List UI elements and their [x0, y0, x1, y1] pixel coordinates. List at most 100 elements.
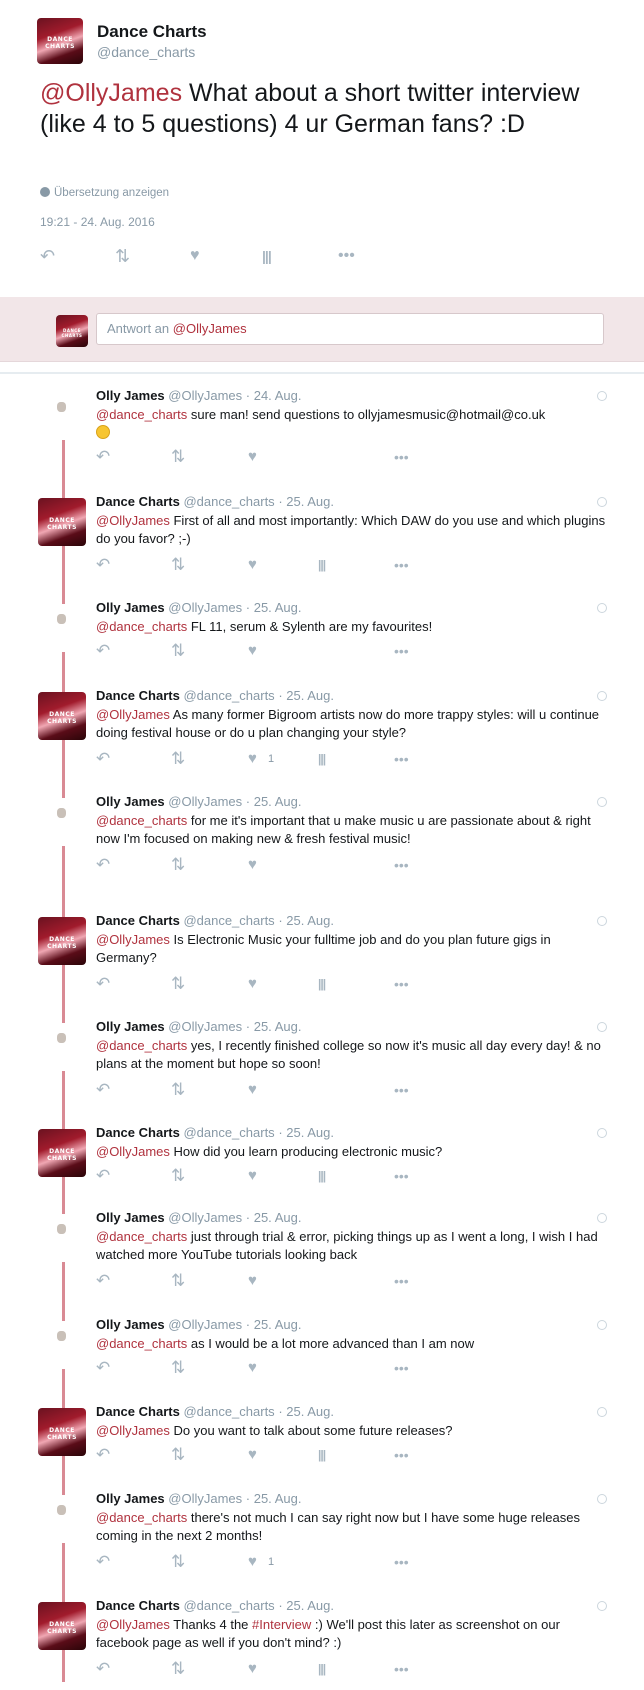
dance-charts-avatar[interactable]: DANCE CHARTS	[38, 917, 86, 965]
more-icon[interactable]: •••	[394, 975, 409, 993]
olly-james-avatar[interactable]	[40, 798, 84, 846]
retweet-icon[interactable]: ⇅	[171, 856, 185, 874]
mention-link[interactable]: @dance_charts	[96, 1336, 187, 1351]
chevron-down-icon[interactable]	[597, 1128, 607, 1138]
dance-charts-avatar[interactable]: DANCE CHARTS	[38, 692, 86, 740]
reply-icon[interactable]: ↶	[96, 642, 110, 660]
hashtag-link[interactable]: #Interview	[252, 1617, 311, 1632]
chevron-down-icon[interactable]	[597, 1022, 607, 1032]
heart-icon[interactable]: ♥	[190, 247, 200, 265]
tweet-date[interactable]: · 25. Aug.	[278, 1598, 334, 1613]
more-icon[interactable]: •••	[394, 856, 409, 874]
author-name[interactable]: Dance Charts	[96, 913, 180, 928]
chevron-down-icon[interactable]	[597, 1213, 607, 1223]
chevron-down-icon[interactable]	[597, 1320, 607, 1330]
mention-link[interactable]: @OllyJames	[96, 1144, 170, 1159]
mention-link[interactable]: @OllyJames	[96, 1617, 170, 1632]
translate-link[interactable]: Übersetzung anzeigen	[40, 187, 169, 199]
author-handle[interactable]: @dance_charts	[183, 1598, 274, 1613]
dance-charts-avatar[interactable]: DANCE CHARTS	[38, 1129, 86, 1177]
more-icon[interactable]: •••	[394, 448, 409, 466]
olly-james-avatar[interactable]	[40, 1023, 84, 1071]
author-name[interactable]: Olly James	[96, 1019, 165, 1034]
more-icon[interactable]: •••	[394, 642, 409, 660]
olly-james-avatar[interactable]	[40, 604, 84, 652]
more-icon[interactable]: •••	[394, 1553, 409, 1571]
author-handle[interactable]: @dance_charts	[183, 1404, 274, 1419]
dance-charts-avatar[interactable]: DANCE CHARTS	[38, 1602, 86, 1650]
author-name[interactable]: Olly James	[96, 794, 165, 809]
tweet-date[interactable]: · 25. Aug.	[246, 1491, 302, 1506]
author-name[interactable]: Olly James	[96, 1317, 165, 1332]
reply-icon[interactable]: ↶	[96, 1359, 110, 1377]
heart-icon[interactable]: ♥	[248, 750, 257, 768]
author-name[interactable]: Dance Charts	[96, 1404, 180, 1419]
author-handle[interactable]: @OllyJames	[168, 794, 242, 809]
author-handle[interactable]: @OllyJames	[168, 1019, 242, 1034]
retweet-icon[interactable]: ⇅	[171, 1446, 185, 1464]
chevron-down-icon[interactable]	[597, 1601, 607, 1611]
retweet-icon[interactable]: ⇅	[171, 642, 185, 660]
mention-link[interactable]: @OllyJames	[96, 932, 170, 947]
tweet-date[interactable]: · 24. Aug.	[246, 388, 302, 403]
author-name[interactable]: Olly James	[96, 600, 165, 615]
author-handle[interactable]: @dance_charts	[97, 44, 195, 60]
tweet-date[interactable]: · 25. Aug.	[278, 1404, 334, 1419]
mention-link[interactable]: @OllyJames	[96, 1423, 170, 1438]
author-name[interactable]: Dance Charts	[96, 494, 180, 509]
mention-link[interactable]: @dance_charts	[96, 1229, 187, 1244]
reply-icon[interactable]: ↶	[96, 750, 110, 768]
more-icon[interactable]: •••	[394, 1446, 409, 1464]
more-icon[interactable]: •••	[394, 1272, 409, 1290]
author-handle[interactable]: @OllyJames	[168, 600, 242, 615]
analytics-icon[interactable]: |||	[318, 1446, 326, 1464]
tweet-date[interactable]: · 25. Aug.	[278, 1125, 334, 1140]
more-icon[interactable]: •••	[338, 247, 355, 265]
retweet-icon[interactable]: ⇅	[171, 1081, 185, 1099]
author-name[interactable]: Dance Charts	[96, 1125, 180, 1140]
heart-icon[interactable]: ♥	[248, 1081, 257, 1099]
tweet-date[interactable]: · 25. Aug.	[246, 600, 302, 615]
more-icon[interactable]: •••	[394, 1359, 409, 1377]
heart-icon[interactable]: ♥	[248, 448, 257, 466]
author-name[interactable]: Olly James	[96, 388, 165, 403]
analytics-icon[interactable]: |||	[318, 750, 326, 768]
mention-link[interactable]: @dance_charts	[96, 1038, 187, 1053]
mention-link[interactable]: @dance_charts	[96, 813, 187, 828]
chevron-down-icon[interactable]	[597, 497, 607, 507]
reply-icon[interactable]: ↶	[40, 247, 55, 265]
mention-link[interactable]: @dance_charts	[96, 619, 187, 634]
retweet-icon[interactable]: ⇅	[171, 975, 185, 993]
reply-icon[interactable]: ↶	[96, 1167, 110, 1185]
retweet-icon[interactable]: ⇅	[171, 1167, 185, 1185]
reply-icon[interactable]: ↶	[96, 1553, 110, 1571]
timestamp[interactable]: 19:21 - 24. Aug. 2016	[40, 215, 155, 229]
author-name[interactable]: Olly James	[96, 1210, 165, 1225]
dance-charts-avatar[interactable]: DANCE CHARTS	[38, 498, 86, 546]
more-icon[interactable]: •••	[394, 1167, 409, 1185]
retweet-icon[interactable]: ⇅	[171, 1660, 185, 1678]
author-handle[interactable]: @dance_charts	[183, 913, 274, 928]
author-handle[interactable]: @OllyJames	[168, 1317, 242, 1332]
olly-james-avatar[interactable]	[40, 1321, 84, 1369]
retweet-icon[interactable]: ⇅	[171, 556, 185, 574]
tweet-date[interactable]: · 25. Aug.	[246, 794, 302, 809]
more-icon[interactable]: •••	[394, 750, 409, 768]
analytics-icon[interactable]: |||	[318, 975, 326, 993]
retweet-icon[interactable]: ⇅	[171, 1553, 185, 1571]
tweet-date[interactable]: · 25. Aug.	[246, 1210, 302, 1225]
retweet-icon[interactable]: ⇅	[171, 1359, 185, 1377]
heart-icon[interactable]: ♥	[248, 642, 257, 660]
more-icon[interactable]: •••	[394, 1660, 409, 1678]
analytics-icon[interactable]: |||	[318, 1660, 326, 1678]
dance-charts-avatar[interactable]: DANCE CHARTS	[38, 1408, 86, 1456]
reply-icon[interactable]: ↶	[96, 856, 110, 874]
heart-icon[interactable]: ♥	[248, 975, 257, 993]
author-name[interactable]: Dance Charts	[96, 688, 180, 703]
reply-icon[interactable]: ↶	[96, 556, 110, 574]
chevron-down-icon[interactable]	[597, 691, 607, 701]
retweet-icon[interactable]: ⇅	[171, 448, 185, 466]
mention-link[interactable]: @OllyJames	[96, 513, 170, 528]
heart-icon[interactable]: ♥	[248, 556, 257, 574]
author-name[interactable]: Dance Charts	[97, 22, 207, 42]
